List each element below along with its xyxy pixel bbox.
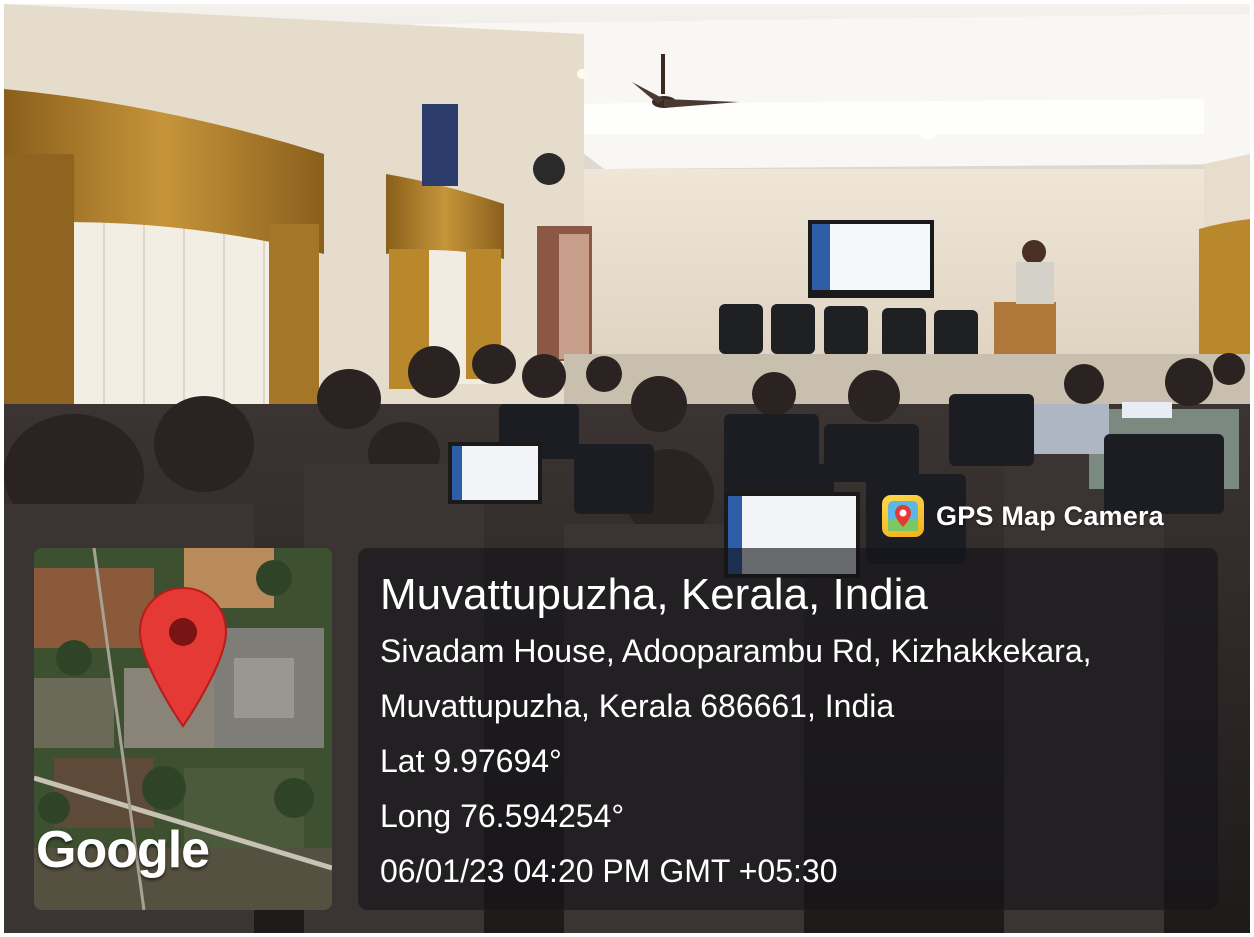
map-thumbnail: Google [34,548,332,910]
location-title: Muvattupuzha, Kerala, India [380,570,928,619]
address-line-1: Sivadam House, Adooparambu Rd, Kizhakkek… [380,633,1092,669]
google-logo: Google [36,821,210,879]
app-badge-label: GPS Map Camera [936,500,1164,531]
datetime-stamp: 06/01/23 04:20 PM GMT +05:30 [380,853,838,889]
longitude-readout: Long 76.594254° [380,798,625,834]
address-line-2: Muvattupuzha, Kerala 686661, India [380,688,895,724]
location-details: Muvattupuzha, Kerala, India Sivadam Hous… [380,566,1092,899]
latitude-readout: Lat 9.97694° [380,743,562,779]
gps-map-camera-badge: GPS Map Camera [882,492,1164,540]
map-pin-camera-icon [882,495,924,537]
map-pin-camera-icon-graphic [888,501,918,531]
